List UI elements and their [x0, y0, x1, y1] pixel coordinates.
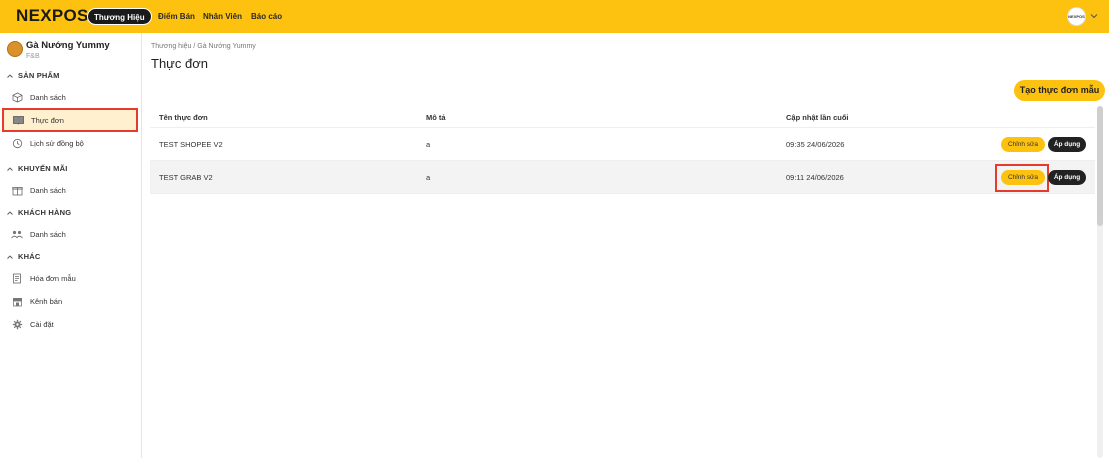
section-products[interactable]: SẢN PHẨM	[6, 71, 60, 80]
chevron-up-icon	[7, 254, 13, 259]
sidebar-item-label: Kênh bán	[30, 296, 63, 306]
box-icon	[11, 91, 23, 103]
page-title: Thực đơn	[151, 56, 208, 71]
column-header-updated: Cập nhật lần cuối	[786, 113, 849, 122]
nav-tab-staff[interactable]: Nhân Viên	[203, 11, 242, 22]
sidebar-item-label: Cài đặt	[30, 319, 54, 329]
section-other[interactable]: KHÁC	[6, 252, 40, 261]
sidebar-item-label: Danh sách	[30, 229, 66, 239]
sidebar-item-label: Hóa đơn mẫu	[30, 273, 76, 283]
menu-description: a	[426, 140, 431, 149]
book-icon	[12, 114, 24, 126]
gift-icon	[11, 184, 23, 196]
chevron-up-icon	[7, 166, 13, 171]
gear-icon	[11, 318, 23, 330]
store-icon	[11, 295, 23, 307]
sidebar-item-label: Lịch sử đồng bộ	[30, 138, 84, 148]
section-title: KHÁC	[18, 252, 41, 261]
chevron-down-icon[interactable]	[1090, 12, 1098, 20]
column-header-name: Tên thực đơn	[159, 113, 208, 122]
history-icon	[11, 137, 23, 149]
sidebar-item-sync-history[interactable]: Lịch sử đồng bộ	[8, 134, 134, 152]
sidebar: Gà Nướng Yummy F&B SẢN PHẨM Danh sách Th…	[0, 33, 142, 458]
column-header-description: Mô tả	[426, 113, 446, 122]
table-row: TEST SHOPEE V2 a 09:35 24/06/2026 Chỉnh …	[150, 128, 1095, 161]
sidebar-item-sales-channel[interactable]: Kênh bán	[8, 292, 134, 310]
menu-updated: 09:35 24/06/2026	[786, 140, 845, 149]
users-icon	[11, 228, 23, 240]
sidebar-item-promotion-list[interactable]: Danh sách	[8, 181, 134, 199]
section-promotions[interactable]: KHUYẾN MÃI	[6, 164, 68, 173]
table-row: TEST GRAB V2 a 09:11 24/06/2026 Chỉnh sử…	[150, 161, 1095, 194]
nav-tab-stores[interactable]: Điểm Bán	[158, 11, 195, 22]
sidebar-item-label: Danh sách	[30, 92, 66, 102]
chevron-up-icon	[7, 210, 13, 215]
table-header: Tên thực đơn Mô tả Cập nhật lần cuối	[150, 106, 1095, 128]
sidebar-item-label: Danh sách	[30, 185, 66, 195]
scrollbar-thumb[interactable]	[1097, 106, 1103, 226]
menu-description: a	[426, 173, 431, 182]
apply-button[interactable]: Áp dụng	[1048, 137, 1086, 152]
breadcrumb[interactable]: Thương hiệu / Gà Nướng Yummy	[151, 43, 256, 50]
sidebar-item-invoice-template[interactable]: Hóa đơn mẫu	[8, 269, 134, 287]
section-title: KHUYẾN MÃI	[18, 164, 68, 173]
edit-button[interactable]: Chỉnh sửa	[1001, 170, 1045, 185]
user-avatar[interactable]: NEXPOS	[1067, 7, 1086, 26]
sidebar-item-label: Thực đơn	[31, 115, 64, 125]
menu-name: TEST GRAB V2	[159, 173, 213, 182]
store-type: F&B	[26, 53, 40, 60]
section-title: KHÁCH HÀNG	[18, 208, 72, 217]
app-logo[interactable]: NEXPOS	[16, 7, 89, 25]
section-customers[interactable]: KHÁCH HÀNG	[6, 208, 71, 217]
top-bar: NEXPOS Thương Hiệu Điểm Bán Nhân Viên Bá…	[0, 0, 1109, 33]
store-name[interactable]: Gà Nướng Yummy	[26, 40, 110, 51]
sidebar-item-menu[interactable]: Thực đơn	[2, 108, 138, 132]
create-menu-template-button[interactable]: Tạo thực đơn mẫu	[1014, 80, 1105, 101]
menu-name: TEST SHOPEE V2	[159, 140, 223, 149]
receipt-icon	[11, 272, 23, 284]
store-logo	[7, 41, 23, 57]
nav-tab-reports[interactable]: Báo cáo	[251, 11, 282, 22]
sidebar-item-settings[interactable]: Cài đặt	[8, 315, 134, 333]
vertical-scrollbar[interactable]	[1097, 106, 1103, 458]
apply-button[interactable]: Áp dụng	[1048, 170, 1086, 185]
edit-button[interactable]: Chỉnh sửa	[1001, 137, 1045, 152]
menu-updated: 09:11 24/06/2026	[786, 173, 844, 182]
section-title: SẢN PHẨM	[18, 71, 60, 80]
nav-tab-brand[interactable]: Thương Hiệu	[87, 8, 152, 25]
sidebar-item-customer-list[interactable]: Danh sách	[8, 225, 134, 243]
sidebar-item-product-list[interactable]: Danh sách	[8, 88, 134, 106]
chevron-up-icon	[7, 73, 13, 78]
